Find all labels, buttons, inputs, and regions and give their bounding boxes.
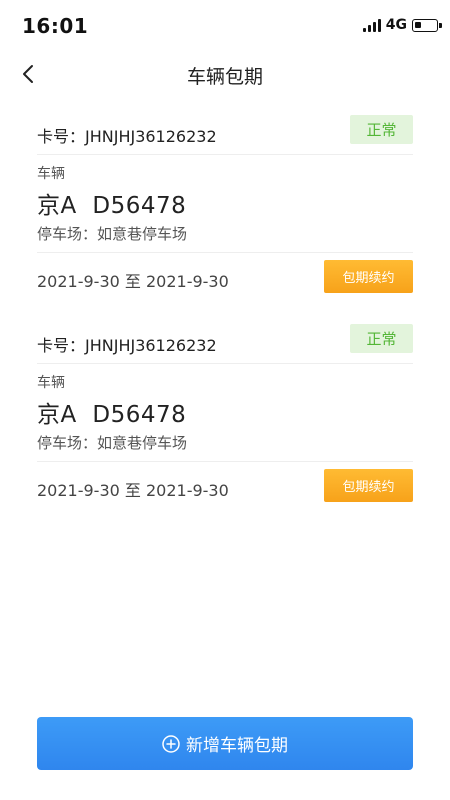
status-indicators: 4G [362, 17, 442, 33]
plus-circle-icon [162, 734, 180, 753]
add-button-label: 新增车辆包期 [186, 736, 288, 756]
network-type: 4G [385, 17, 407, 33]
status-bar: 16:01 4G [0, 0, 450, 50]
divider [37, 461, 413, 462]
parking-lot: 停车场：如意巷停车场 [37, 434, 188, 452]
card-number: 卡号：JHNJHJ36126232 [37, 336, 217, 355]
date-range: 2021-9-30 至 2021-9-30 [37, 272, 229, 291]
vehicle-label: 车辆 [37, 375, 65, 391]
vehicle-label: 车辆 [37, 166, 65, 182]
card-number: 卡号：JHNJHJ36126232 [37, 127, 217, 146]
card-header: 卡号：JHNJHJ36126232 正常 [37, 115, 413, 155]
renew-button[interactable]: 包期续约 [324, 260, 413, 293]
page-title: 车辆包期 [186, 66, 263, 88]
card-header: 卡号：JHNJHJ36126232 正常 [37, 324, 413, 364]
add-subscription-button[interactable]: 新增车辆包期 [37, 717, 413, 770]
renew-button[interactable]: 包期续约 [324, 469, 413, 502]
subscription-card: 卡号：JHNJHJ36126232 正常 车辆 京A D56478 停车场：如意… [37, 324, 413, 502]
status-time: 16:01 [22, 14, 89, 38]
battery-icon [412, 18, 442, 32]
license-plate: 京A D56478 [37, 193, 187, 219]
nav-bar: 车辆包期 [0, 50, 450, 98]
status-badge: 正常 [350, 324, 413, 353]
signal-icon [362, 18, 381, 32]
parking-lot: 停车场：如意巷停车场 [37, 225, 188, 243]
date-range: 2021-9-30 至 2021-9-30 [37, 481, 229, 500]
divider [37, 252, 413, 253]
subscription-card: 卡号：JHNJHJ36126232 正常 车辆 京A D56478 停车场：如意… [37, 115, 413, 293]
status-badge: 正常 [350, 115, 413, 144]
license-plate: 京A D56478 [37, 402, 187, 428]
